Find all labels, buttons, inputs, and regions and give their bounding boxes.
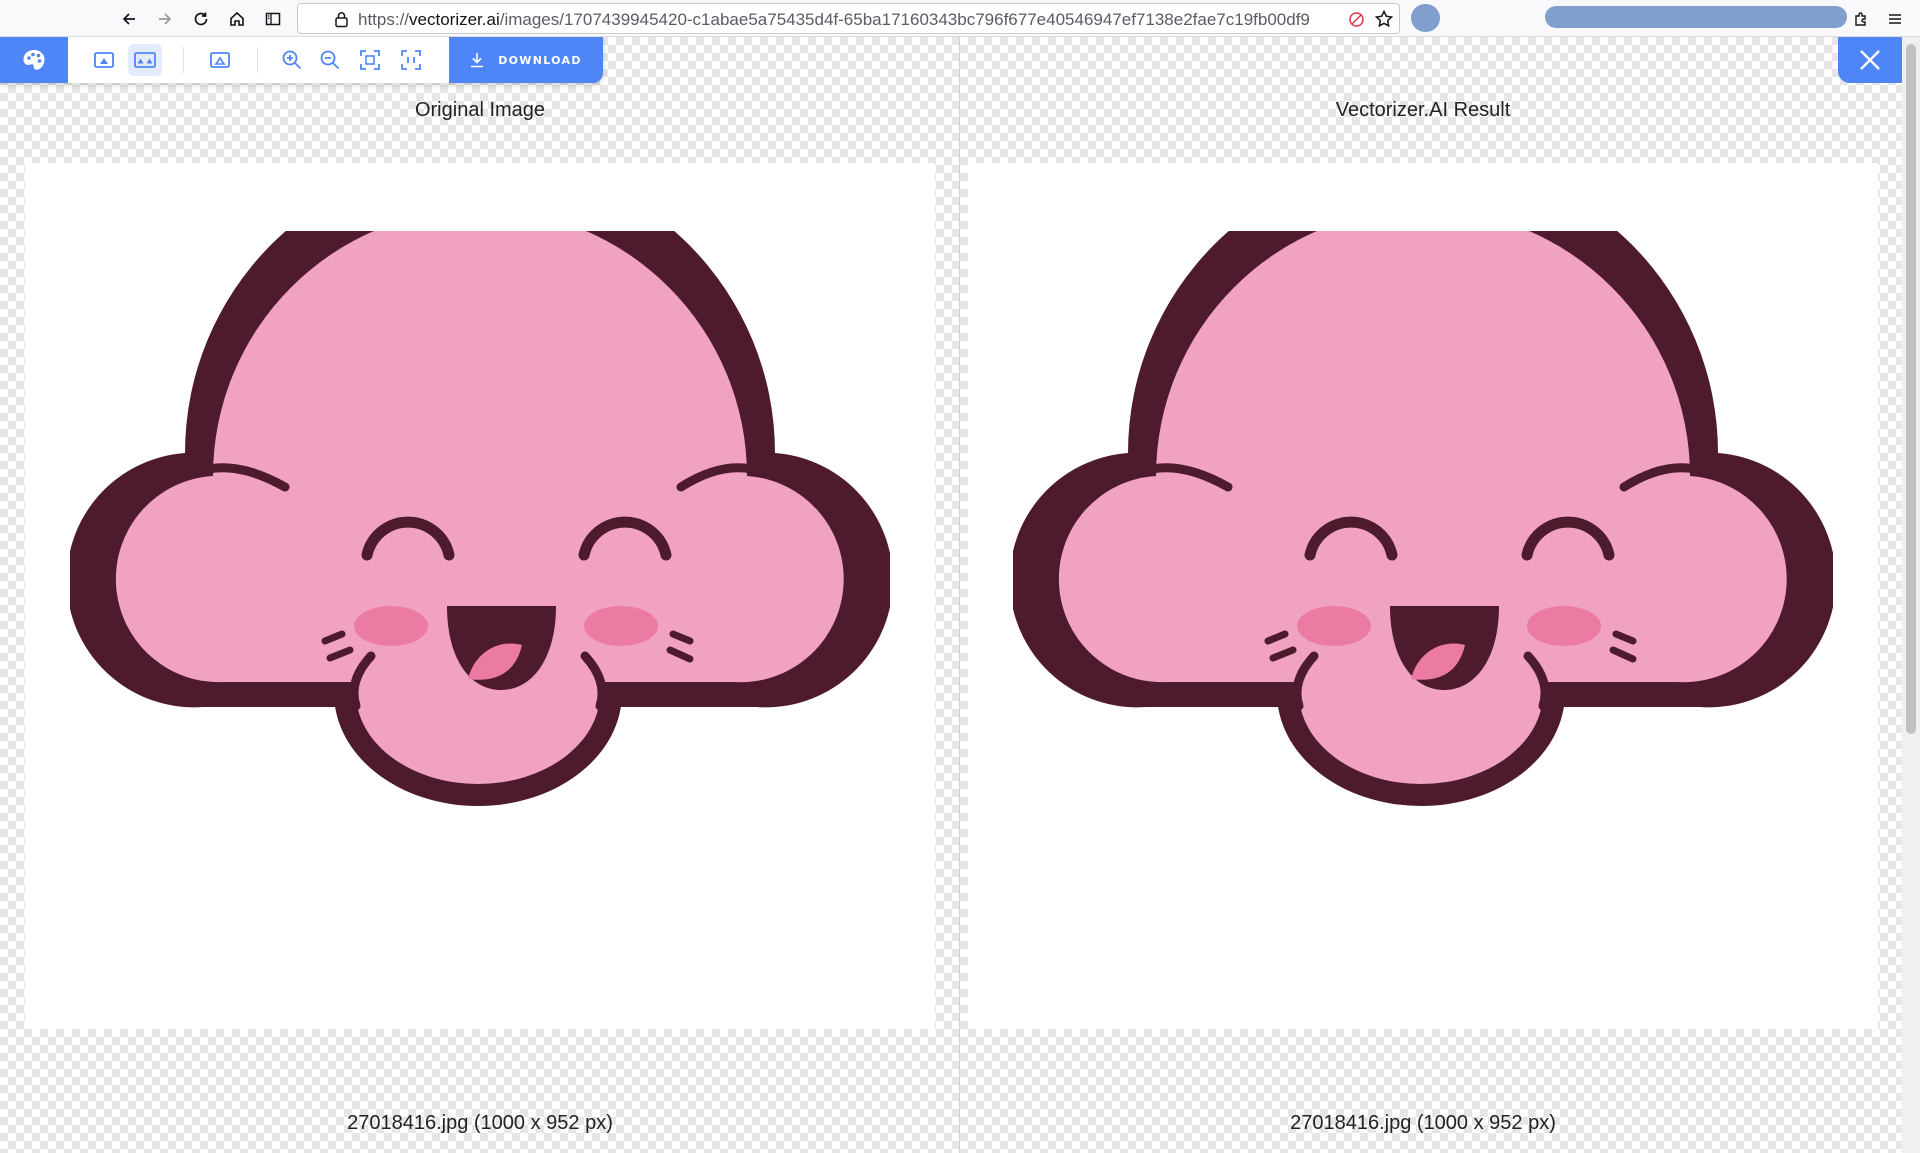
scrollbar-thumb[interactable] [1906, 44, 1916, 734]
reload-button[interactable] [188, 6, 214, 32]
forward-button[interactable] [152, 6, 178, 32]
fit-screen-icon [360, 50, 380, 70]
original-image-title: Original Image [414, 99, 546, 121]
toolbar-separator [183, 47, 184, 73]
reload-icon [194, 12, 208, 26]
result-image-caption: 27018416.jpg (1000 x 952 px) [1290, 1112, 1556, 1134]
forward-arrow-icon [159, 13, 172, 25]
sidebar-icon [265, 12, 281, 26]
close-icon [1860, 50, 1880, 70]
address-bar[interactable]: https://vectorizer.ai/images/17074399454… [297, 3, 1400, 34]
reader-view-button[interactable] [260, 6, 286, 32]
extensions-button[interactable] [1848, 6, 1874, 32]
download-button[interactable]: DOWNLOAD [449, 37, 603, 83]
zoom-out-button[interactable] [313, 44, 347, 76]
home-button[interactable] [224, 6, 250, 32]
fit-to-screen-button[interactable] [353, 44, 387, 76]
viewer-toolbar: DOWNLOAD [0, 37, 603, 83]
palette-icon [23, 50, 45, 70]
result-image-title: Vectorizer.AI Result [1335, 99, 1511, 121]
zoom-out-icon [320, 50, 340, 70]
browser-toolbar: https://vectorizer.ai/images/17074399454… [0, 0, 1920, 37]
cloud-illustration-result [1013, 231, 1833, 931]
download-icon [471, 53, 484, 68]
zoom-in-icon [282, 50, 302, 70]
close-button[interactable] [1838, 37, 1902, 83]
redacted-account [1545, 6, 1847, 28]
back-button[interactable] [116, 6, 142, 32]
bookmark-star-icon[interactable] [1374, 9, 1394, 29]
blocked-permission-icon[interactable] [1348, 11, 1365, 28]
vectorizer-logo-button[interactable] [0, 37, 68, 83]
puzzle-icon [1855, 12, 1866, 26]
side-by-side-icon [134, 52, 156, 68]
extension-avatar[interactable] [1411, 4, 1440, 32]
url-text: https://vectorizer.ai/images/17074399454… [358, 10, 1338, 30]
outline-image-icon [210, 52, 230, 68]
url-host: vectorizer.ai [409, 10, 500, 29]
lock-icon [335, 12, 348, 28]
overlay-view-button[interactable] [203, 44, 237, 76]
toolbar-separator [257, 47, 258, 73]
home-icon [230, 11, 244, 26]
url-path: /images/1707439945420-c1abae5a75435d4f-6… [499, 10, 1310, 29]
single-image-icon [94, 52, 114, 68]
original-image[interactable] [25, 163, 935, 1029]
vectorizer-viewer: Original Image 27018416.jpg (1000 x 952 … [0, 37, 1902, 1153]
side-by-side-view-button[interactable] [128, 44, 162, 76]
zoom-in-button[interactable] [275, 44, 309, 76]
pane-divider[interactable] [959, 37, 960, 1153]
actual-size-icon [401, 50, 421, 70]
back-arrow-icon [122, 13, 135, 25]
actual-size-button[interactable] [394, 44, 428, 76]
url-prefix: https:// [358, 10, 410, 29]
single-view-button[interactable] [87, 44, 121, 76]
download-label: DOWNLOAD [498, 53, 582, 67]
menu-button[interactable] [1882, 6, 1908, 32]
hamburger-icon [1889, 14, 1901, 24]
cloud-illustration-original [70, 231, 890, 931]
result-image[interactable] [968, 163, 1878, 1029]
original-image-caption: 27018416.jpg (1000 x 952 px) [347, 1112, 613, 1134]
